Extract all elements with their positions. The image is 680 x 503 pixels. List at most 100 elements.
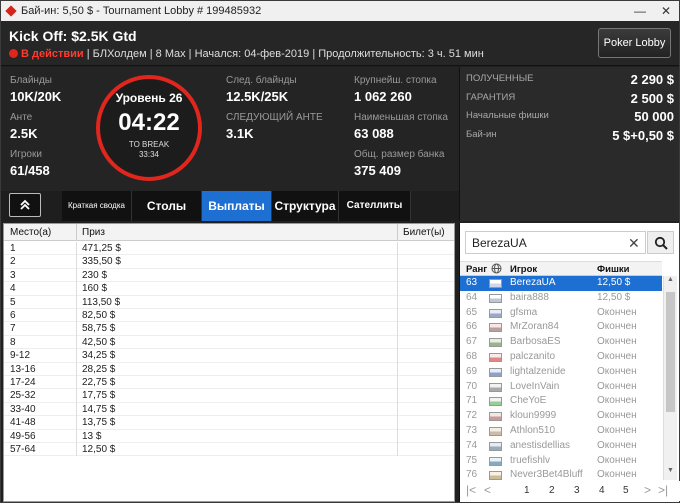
payout-place: 13-16 <box>10 363 36 375</box>
column-divider <box>397 362 398 376</box>
payout-prize: 160 $ <box>82 283 108 295</box>
page-3[interactable]: 3 <box>574 485 580 496</box>
close-button[interactable]: ✕ <box>653 4 679 18</box>
payout-row: 1 471,25 $ <box>4 242 454 256</box>
rank-column-header[interactable]: Ранг <box>466 264 487 275</box>
player-rank: 76 <box>466 469 478 481</box>
prev-page-icon[interactable]: < <box>484 483 491 497</box>
poker-lobby-button[interactable]: Poker Lobby <box>598 28 671 58</box>
smallest-stack-value: 63 088 <box>354 126 394 141</box>
clear-search-icon[interactable]: ✕ <box>628 235 640 252</box>
lobby-tabs: Краткая сводка Столы Выплаты Структура С… <box>1 191 459 221</box>
country-flag-icon <box>489 471 502 481</box>
player-row[interactable]: 72 kloun9999 Окончен <box>460 409 662 424</box>
guarantee-row: ГАРАНТИЯ 2 500 $ <box>466 91 674 110</box>
payout-place: 33-40 <box>10 403 36 415</box>
scroll-up-icon[interactable]: ▲ <box>664 276 677 289</box>
country-flag-icon <box>489 338 502 348</box>
page-1[interactable]: 1 <box>524 485 530 496</box>
page-4[interactable]: 4 <box>599 485 605 496</box>
payout-place: 5 <box>10 296 16 308</box>
tab-satellites[interactable]: Сателлиты <box>339 191 411 221</box>
player-row[interactable]: 68 palczanito Окончен <box>460 350 662 365</box>
player-name: BerezaUA <box>510 277 556 288</box>
player-row[interactable]: 74 anestisdellias Окончен <box>460 439 662 454</box>
payout-place: 57-64 <box>10 444 36 455</box>
column-divider <box>76 349 77 363</box>
payout-prize: 58,75 $ <box>82 323 116 335</box>
player-row[interactable]: 73 Athlon510 Окончен <box>460 424 662 439</box>
player-chips: 12,50 $ <box>597 277 631 288</box>
player-row[interactable]: 65 gfsma Окончен <box>460 306 662 321</box>
country-flag-icon <box>489 397 502 407</box>
country-flag-icon <box>489 279 502 288</box>
payout-prize: 13,75 $ <box>82 417 116 429</box>
tab-structure[interactable]: Структура <box>272 191 339 221</box>
tickets-column-header[interactable]: Билет(ы) <box>403 227 445 238</box>
payout-row: 57-64 12,50 $ <box>4 443 454 457</box>
scroll-down-icon[interactable]: ▼ <box>664 467 677 480</box>
payout-place: 7 <box>10 323 16 335</box>
payout-row: 17-24 22,75 $ <box>4 376 454 390</box>
column-divider <box>76 416 77 430</box>
tab-payouts[interactable]: Выплаты <box>202 191 272 221</box>
minimize-button[interactable]: — <box>627 4 653 18</box>
column-divider <box>397 224 398 241</box>
country-flag-icon <box>489 412 502 422</box>
next-ante-value: 3.1K <box>226 126 254 141</box>
country-flag-icon <box>489 293 502 303</box>
chevron-up-double-icon <box>20 199 30 210</box>
country-flag-icon <box>489 441 502 451</box>
place-column-header[interactable]: Место(а) <box>10 227 51 238</box>
collapse-button[interactable] <box>9 193 41 217</box>
player-row[interactable]: 66 MrZoran84 Окончен <box>460 320 662 335</box>
column-divider <box>76 402 77 417</box>
player-row[interactable]: 63 BerezaUA 12,50 $ <box>460 276 662 291</box>
player-row[interactable]: 67 BarbosaES Окончен <box>460 335 662 350</box>
next-page-icon[interactable]: > <box>644 483 651 497</box>
player-name: lightalzenide <box>510 365 566 377</box>
column-divider <box>397 322 398 336</box>
country-flag-icon <box>489 353 502 362</box>
country-flag-icon <box>489 427 502 436</box>
player-column-header[interactable]: Игрок <box>510 264 537 275</box>
tab-tables[interactable]: Столы <box>132 191 202 221</box>
next-ante-label: СЛЕДУЮЩИЙ АНТЕ <box>226 112 323 123</box>
column-divider <box>397 402 398 417</box>
search-button[interactable] <box>647 231 674 254</box>
players-pager: |< < 1 2 3 4 5 > >| <box>460 481 680 501</box>
player-row[interactable]: 75 truefishlv Окончен <box>460 454 662 469</box>
player-row[interactable]: 70 LoveInVain Окончен <box>460 380 662 395</box>
tournament-header: Kick Off: $2.5K Gtd В действии | БЛХолде… <box>1 21 679 66</box>
player-row[interactable]: 69 lightalzenide Окончен <box>460 365 662 380</box>
first-page-icon[interactable]: |< <box>466 483 476 497</box>
page-5[interactable]: 5 <box>623 485 629 496</box>
starting-chips-value: 50 000 <box>634 109 674 124</box>
column-divider <box>397 282 398 296</box>
page-2[interactable]: 2 <box>549 485 555 496</box>
last-page-icon[interactable]: >| <box>658 483 668 497</box>
level-label: Уровень 26 <box>115 91 183 105</box>
total-bank-label: Общ. размер банка <box>354 149 445 160</box>
tab-summary[interactable]: Краткая сводка <box>62 191 132 221</box>
search-icon <box>654 236 668 250</box>
prize-column-header[interactable]: Приз <box>82 227 105 238</box>
players-scrollbar[interactable]: ▲ ▼ <box>663 276 677 480</box>
column-divider <box>76 255 77 269</box>
player-name: palczanito <box>510 351 556 362</box>
chips-column-header[interactable]: Фишки <box>597 264 629 275</box>
country-flag-icon <box>489 308 502 318</box>
player-row[interactable]: 71 CheYoE Окончен <box>460 394 662 409</box>
guarantee-label: ГАРАНТИЯ <box>466 92 516 103</box>
column-divider <box>397 309 398 323</box>
to-break-label: TO BREAK <box>128 140 170 149</box>
globe-icon[interactable] <box>491 263 502 277</box>
player-chips: Окончен <box>597 454 637 466</box>
payout-prize: 28,25 $ <box>82 363 116 375</box>
scroll-thumb[interactable] <box>666 292 675 412</box>
smallest-stack-label: Наименьшая стопка <box>354 112 448 123</box>
player-row[interactable]: 64 baira888 12,50 $ <box>460 291 662 306</box>
player-search-input[interactable]: BerezaUA <box>465 231 646 254</box>
payout-row: 9-12 34,25 $ <box>4 349 454 363</box>
largest-stack-label: Крупнейш. стопка <box>354 75 437 86</box>
